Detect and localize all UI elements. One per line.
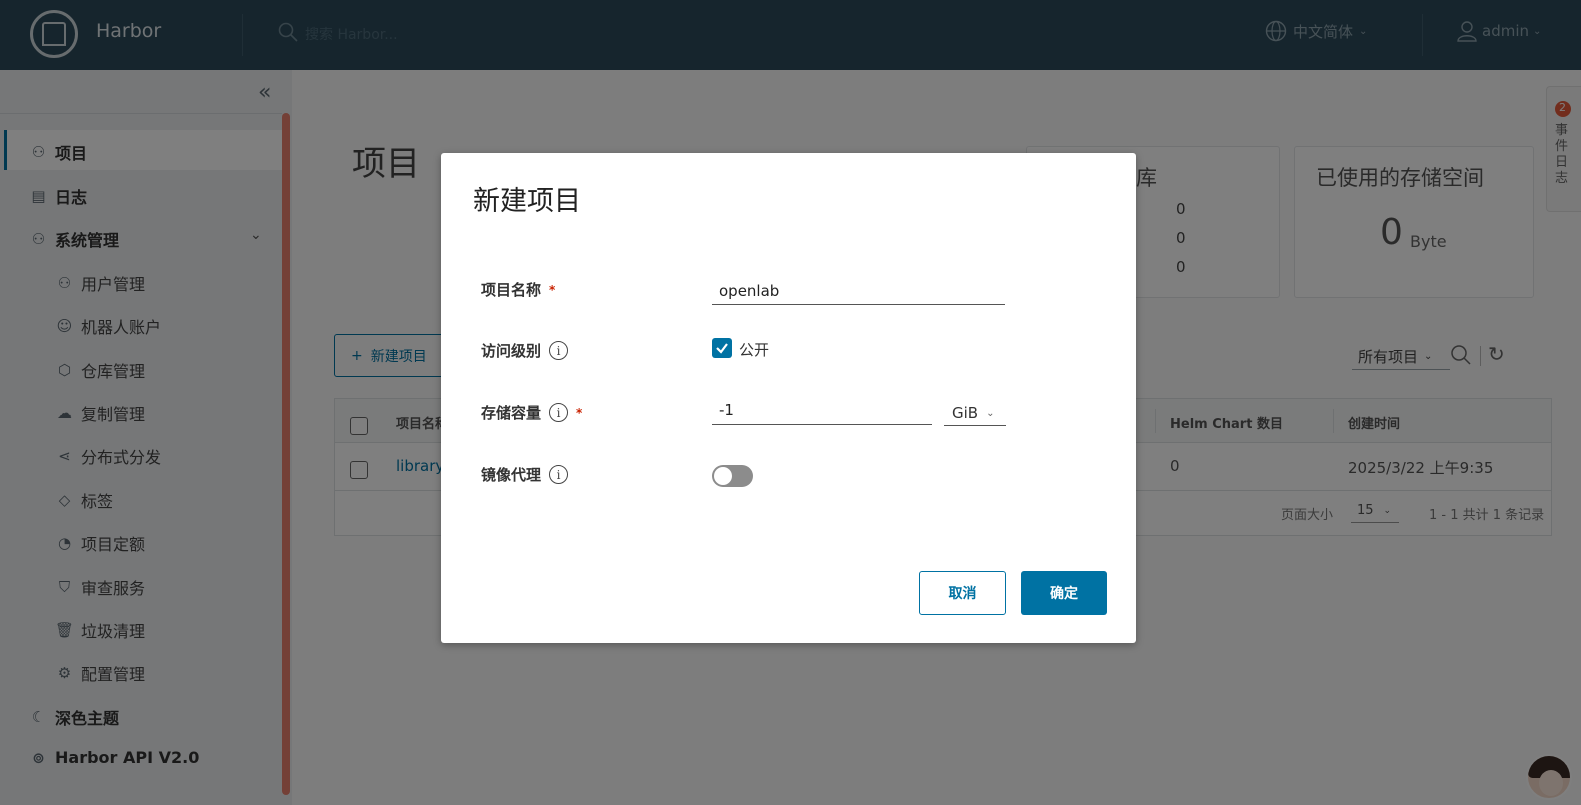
required-marker: * bbox=[549, 282, 556, 297]
public-checkbox[interactable] bbox=[712, 338, 732, 358]
access-level-label: 访问级别 i bbox=[481, 340, 569, 361]
project-name-label: 项目名称 * bbox=[481, 279, 555, 300]
dialog-title: 新建项目 bbox=[473, 186, 581, 217]
info-icon[interactable]: i bbox=[549, 341, 569, 360]
proxy-cache-toggle[interactable] bbox=[712, 465, 753, 487]
field-label: 存储容量 bbox=[481, 404, 542, 422]
field-label: 项目名称 bbox=[481, 281, 542, 299]
cancel-button[interactable]: 取消 bbox=[919, 571, 1006, 615]
field-label: 镜像代理 bbox=[481, 466, 542, 484]
info-icon[interactable]: i bbox=[549, 465, 569, 484]
required-marker: * bbox=[576, 405, 583, 420]
unit-value: GiB bbox=[952, 404, 979, 422]
storage-quota-label: 存储容量 i * bbox=[481, 402, 582, 423]
chevron-down-icon: ⌄ bbox=[986, 407, 995, 419]
new-project-dialog: 新建项目 项目名称 * 访问级别 i 公开 存储容量 i * GiB ⌄ 镜像代… bbox=[441, 153, 1136, 643]
confirm-button[interactable]: 确定 bbox=[1021, 571, 1107, 615]
project-name-input[interactable] bbox=[712, 277, 1005, 305]
proxy-cache-label: 镜像代理 i bbox=[481, 464, 569, 485]
info-icon[interactable]: i bbox=[549, 403, 569, 422]
public-checkbox-label[interactable]: 公开 bbox=[739, 339, 769, 360]
field-label: 访问级别 bbox=[481, 342, 542, 360]
storage-unit-select[interactable]: GiB ⌄ bbox=[944, 401, 1006, 426]
storage-quota-input[interactable] bbox=[712, 396, 932, 425]
checkmark-icon bbox=[716, 343, 728, 354]
